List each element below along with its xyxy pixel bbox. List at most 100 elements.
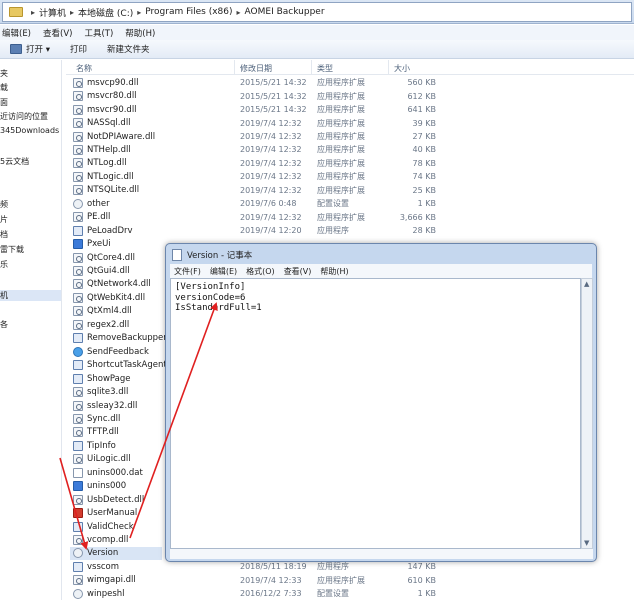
chevron-right-icon[interactable]: ▸ — [237, 8, 241, 17]
file-pdf-icon — [73, 508, 83, 519]
nav-item[interactable]: 近访问的位置 — [0, 111, 48, 122]
column-name[interactable]: 名称 — [76, 63, 92, 74]
nav-item[interactable]: 各 — [0, 319, 8, 330]
notepad-menu-file[interactable]: 文件(F) — [174, 266, 201, 277]
file-row[interactable]: msvcp90.dll 2015/5/21 14:32 应用程序扩展 560 KB — [66, 76, 634, 89]
file-row[interactable]: NTLog.dll 2019/7/4 12:32 应用程序扩展 78 KB — [66, 157, 634, 170]
nav-item[interactable]: 载 — [0, 82, 8, 93]
nav-item[interactable]: 片 — [0, 214, 8, 225]
file-name: ValidCheck — [87, 521, 134, 532]
nav-item[interactable]: 档 — [0, 229, 8, 240]
file-exe-icon — [73, 360, 83, 371]
file-dll-icon — [73, 118, 83, 129]
print-button-label: 打印 — [69, 45, 87, 55]
file-type: 应用程序扩展 — [317, 575, 365, 585]
scroll-up-icon[interactable]: ▲ — [584, 281, 590, 288]
file-name: TipInfo — [87, 440, 116, 451]
file-type: 应用程序扩展 — [317, 118, 365, 128]
command-toolbar: 打开 ▾ 打印 新建文件夹 — [0, 40, 634, 59]
file-date: 2019/7/4 12:33 — [240, 575, 302, 585]
file-name: regex2.dll — [87, 319, 130, 330]
nav-item[interactable]: 频 — [0, 199, 8, 210]
folder-icon — [9, 7, 23, 17]
file-row[interactable]: NTSQLite.dll 2019/7/4 12:32 应用程序扩展 25 KB — [66, 184, 634, 197]
file-name: vsscom — [87, 561, 120, 572]
file-row[interactable]: NTHelp.dll 2019/7/4 12:32 应用程序扩展 40 KB — [66, 143, 634, 156]
file-date: 2019/7/6 0:48 — [240, 199, 297, 209]
file-row[interactable]: wimgapi.dll 2019/7/4 12:33 应用程序扩展 610 KB — [66, 574, 634, 587]
nav-item[interactable]: 乐 — [0, 259, 8, 270]
file-row[interactable]: NASSql.dll 2019/7/4 12:32 应用程序扩展 39 KB — [66, 116, 634, 129]
breadcrumb-computer[interactable]: 计算机 — [39, 6, 66, 19]
file-dll-icon — [73, 387, 83, 398]
file-exe-icon — [73, 333, 83, 344]
notepad-text-area[interactable]: [VersionInfo] versionCode=6 IsStandardFu… — [170, 278, 581, 549]
navigation-pane: 夹载面近访问的位置 345Downloads 5云文档频片档雷下载乐机各 — [0, 60, 62, 600]
column-divider[interactable] — [388, 60, 389, 75]
file-size: 28 KB — [412, 226, 436, 236]
file-dll-icon — [73, 171, 83, 182]
menu-help[interactable]: 帮助(H) — [125, 27, 155, 39]
file-exe-icon — [73, 561, 83, 572]
open-icon — [10, 44, 22, 54]
file-row[interactable]: NotDPIAware.dll 2019/7/4 12:32 应用程序扩展 27 KB — [66, 130, 634, 143]
file-row[interactable]: PE.dll 2019/7/4 12:32 应用程序扩展 3,666 KB — [66, 211, 634, 224]
nav-item[interactable]: 夹 — [0, 68, 8, 79]
breadcrumb-aomei[interactable]: AOMEI Backupper — [245, 7, 325, 17]
notepad-titlebar[interactable]: Version - 记事本 — [172, 248, 252, 262]
breadcrumb-program-files[interactable]: Program Files (x86) — [145, 7, 232, 17]
file-row[interactable]: msvcr80.dll 2015/5/21 14:32 应用程序扩展 612 KB — [66, 89, 634, 102]
file-name: msvcr80.dll — [87, 91, 137, 102]
nav-item[interactable]: 雷下载 — [0, 244, 24, 255]
file-size: 641 KB — [407, 105, 436, 115]
file-row[interactable]: PeLoadDrv 2019/7/4 12:20 应用程序 28 KB — [66, 224, 634, 237]
breadcrumb-drive-c[interactable]: 本地磁盘 (C:) — [78, 6, 133, 19]
file-type: 应用程序扩展 — [317, 78, 365, 88]
file-name: wimgapi.dll — [87, 575, 136, 586]
file-size: 74 KB — [412, 172, 436, 182]
file-row[interactable]: other 2019/7/6 0:48 配置设置 1 KB — [66, 197, 634, 210]
chevron-right-icon[interactable]: ▸ — [137, 8, 141, 17]
file-name: QtCore4.dll — [87, 252, 135, 263]
nav-item[interactable]: 面 — [0, 97, 8, 108]
file-dll-icon — [73, 494, 83, 505]
print-button[interactable]: 打印 — [70, 43, 87, 55]
notepad-menu-view[interactable]: 查看(V) — [284, 266, 312, 277]
notepad-menu-format[interactable]: 格式(O) — [246, 266, 275, 277]
chevron-right-icon[interactable]: ▸ — [31, 8, 35, 17]
file-row[interactable]: winpeshl 2016/12/2 7:33 配置设置 1 KB — [66, 587, 634, 600]
file-row[interactable]: msvcr90.dll 2015/5/21 14:32 应用程序扩展 641 KB — [66, 103, 634, 116]
notepad-window[interactable]: Version - 记事本 文件(F) 编辑(E) 格式(O) 查看(V) 帮助… — [165, 243, 597, 562]
file-name: NASSql.dll — [87, 118, 131, 129]
menu-tools[interactable]: 工具(T) — [84, 27, 113, 39]
file-name: NTSQLite.dll — [87, 185, 140, 196]
column-size[interactable]: 大小 — [394, 63, 410, 74]
notepad-vertical-scrollbar[interactable]: ▲ ▼ — [581, 278, 593, 549]
address-box[interactable]: ▸ 计算机 ▸ 本地磁盘 (C:) ▸ Program Files (x86) … — [2, 2, 632, 22]
menu-view[interactable]: 查看(V) — [43, 27, 72, 39]
file-date: 2015/5/21 14:32 — [240, 105, 307, 115]
nav-item[interactable]: 5云文档 — [0, 156, 29, 167]
file-name: Version — [87, 548, 119, 559]
menu-edit[interactable]: 编辑(E) — [2, 27, 31, 39]
notepad-menu-help[interactable]: 帮助(H) — [320, 266, 348, 277]
nav-item[interactable]: 机 — [0, 290, 61, 301]
chevron-right-icon[interactable]: ▸ — [70, 8, 74, 17]
notepad-menu-edit[interactable]: 编辑(E) — [210, 266, 237, 277]
file-row[interactable]: vsscom 2018/5/11 18:19 应用程序 147 KB — [66, 560, 634, 573]
file-name: NotDPIAware.dll — [87, 131, 156, 142]
file-row[interactable]: NTLogic.dll 2019/7/4 12:32 应用程序扩展 74 KB — [66, 170, 634, 183]
file-exe-icon — [73, 225, 83, 236]
column-divider[interactable] — [311, 60, 312, 75]
new-folder-button[interactable]: 新建文件夹 — [107, 43, 150, 55]
column-divider[interactable] — [234, 60, 235, 75]
scroll-down-icon[interactable]: ▼ — [584, 540, 590, 547]
file-name: NTLog.dll — [87, 158, 127, 169]
open-button[interactable]: 打开 ▾ — [10, 43, 50, 55]
file-size: 1 KB — [417, 589, 436, 599]
column-date[interactable]: 修改日期 — [240, 63, 272, 74]
file-dll-icon — [73, 575, 83, 586]
file-size: 27 KB — [412, 132, 436, 142]
nav-item[interactable]: 345Downloads — [0, 126, 59, 135]
column-type[interactable]: 类型 — [317, 63, 333, 74]
